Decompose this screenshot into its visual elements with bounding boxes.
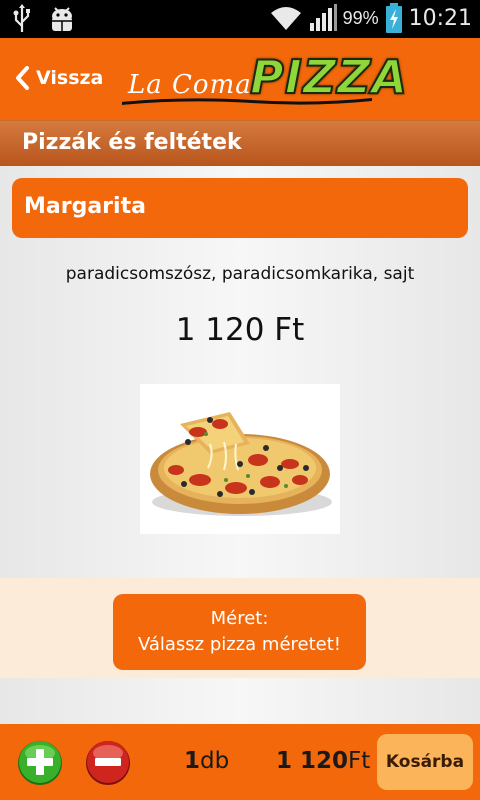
product-ingredients: paradicsomszósz, paradicsomkarika, sajt <box>65 264 415 284</box>
section-header: Pizzák és feltétek <box>0 120 480 166</box>
product-name-bar: Margarita <box>12 178 468 238</box>
size-select-button[interactable]: Méret: Válassz pizza méretet! <box>113 594 366 670</box>
plus-icon[interactable] <box>16 738 64 786</box>
pizza-photo <box>140 384 340 534</box>
spacer <box>0 678 480 724</box>
quantity-number: 1 <box>184 748 201 774</box>
add-to-cart-button[interactable]: Kosárba <box>377 734 473 790</box>
size-section: Méret: Válassz pizza méretet! <box>0 578 480 678</box>
size-label: Méret: <box>210 608 269 629</box>
clock: 10:21 <box>408 5 472 31</box>
usb-icon <box>13 4 30 32</box>
logo-script-text: La Coma <box>128 70 252 100</box>
signal-icon <box>309 4 337 31</box>
quantity-unit: db <box>200 748 230 774</box>
total-unit: Ft <box>348 748 371 774</box>
total-number: 1 120 <box>276 748 349 774</box>
android-debug-icon <box>52 7 72 31</box>
chevron-left-icon <box>16 66 29 90</box>
minus-icon[interactable] <box>84 738 132 786</box>
app-logo: La Coma PIZZA <box>122 48 408 110</box>
section-title: Pizzák és feltétek <box>22 130 242 155</box>
total-price: 1 120Ft <box>276 748 370 774</box>
battery-percent: 99% <box>342 7 379 28</box>
status-bar: 99% 10:21 <box>0 0 480 38</box>
size-prompt: Válassz pizza méretet! <box>137 634 342 655</box>
product-detail: Margarita paradicsomszósz, paradicsomkar… <box>0 166 480 578</box>
product-price: 1 120 Ft <box>175 312 305 348</box>
cart-bar: 1db 1 120Ft Kosárba <box>0 724 480 800</box>
quantity: 1db <box>184 748 229 774</box>
back-button[interactable]: Vissza <box>14 62 103 94</box>
back-label: Vissza <box>36 67 104 89</box>
logo-pizza-text: PIZZA <box>249 49 409 105</box>
app-header: Vissza La Coma PIZZA <box>0 38 480 120</box>
wifi-icon <box>270 7 301 30</box>
product-name: Margarita <box>24 194 146 219</box>
pizza-image-icon <box>150 412 332 516</box>
battery-charging-icon <box>385 3 402 33</box>
